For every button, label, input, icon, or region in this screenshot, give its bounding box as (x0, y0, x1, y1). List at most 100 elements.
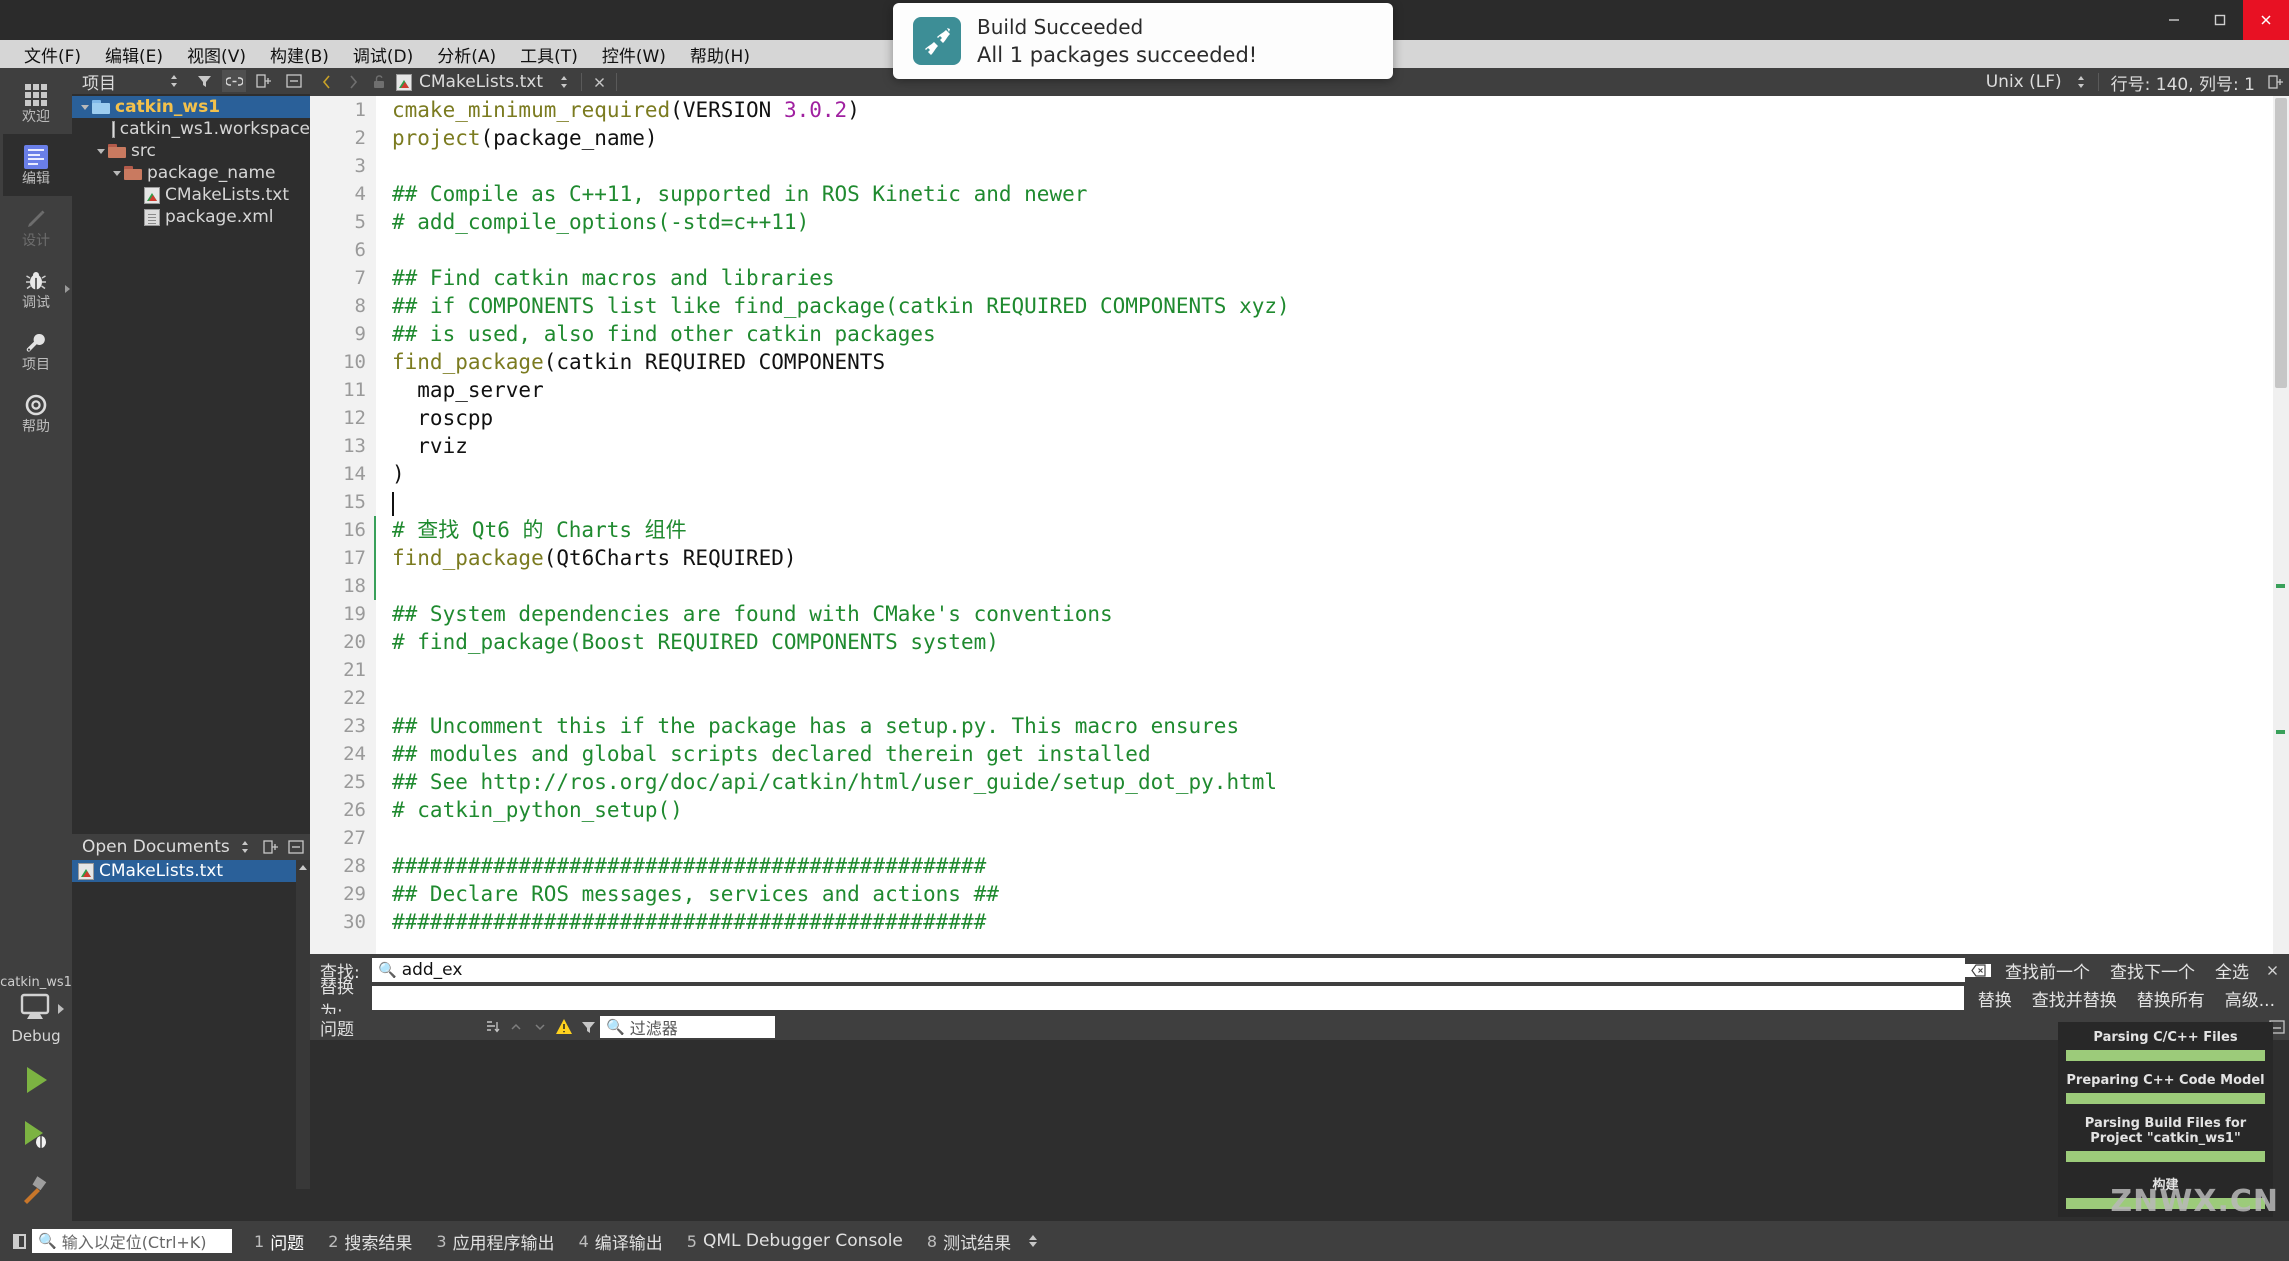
code-line[interactable]: roscpp (392, 404, 493, 432)
sort-icon[interactable] (480, 1016, 504, 1038)
code-line[interactable]: ## See http://ros.org/doc/api/catkin/htm… (392, 768, 1277, 796)
navigate-back-icon[interactable] (314, 70, 340, 94)
code-line[interactable]: ########################################… (392, 908, 986, 936)
mode-welcome[interactable]: 欢迎 (0, 72, 72, 134)
split-editor-icon[interactable] (2263, 70, 2289, 94)
mode-debug[interactable]: 调试 (0, 258, 72, 320)
code-line[interactable]: map_server (392, 376, 544, 404)
menu-analyze[interactable]: 分析(A) (425, 40, 508, 69)
replace-all-button[interactable]: 替换所有 (2127, 986, 2215, 1011)
panel-button-compile-output[interactable]: 4 编译输出 (567, 1229, 675, 1254)
menu-edit[interactable]: 编辑(E) (93, 40, 175, 69)
code-line[interactable]: # 查找 Qt6 的 Charts 组件 (392, 516, 687, 544)
filter-icon[interactable] (576, 1016, 600, 1038)
code-line[interactable]: find_package(Qt6Charts REQUIRED) (392, 544, 797, 572)
scroll-up-arrow[interactable] (296, 860, 310, 874)
mode-edit[interactable]: 编辑 (0, 134, 72, 196)
debug-button[interactable] (0, 1107, 72, 1161)
replace-input[interactable] (372, 986, 1964, 1010)
menu-debug[interactable]: 调试(D) (341, 40, 425, 69)
split-icon[interactable] (252, 70, 276, 92)
replace-button[interactable]: 替换 (1968, 986, 2022, 1011)
locator-input[interactable]: 🔍 输入以定位(Ctrl+K) (32, 1229, 232, 1253)
find-replace-button[interactable]: 查找并替换 (2022, 986, 2127, 1011)
editor-vertical-scrollbar[interactable] (2273, 96, 2289, 954)
mode-projects[interactable]: 项目 (0, 320, 72, 382)
menu-tools[interactable]: 工具(T) (508, 40, 590, 69)
split-icon[interactable] (261, 836, 280, 858)
line-ending-selector[interactable]: Unix (LF) (1986, 72, 2068, 92)
previous-item-icon[interactable] (504, 1016, 528, 1038)
sort-icon[interactable] (162, 70, 186, 92)
sidebar-toggle-icon[interactable] (6, 1229, 32, 1253)
advanced-button[interactable]: 高级... (2215, 986, 2285, 1011)
tree-item-workspace[interactable]: catkin_ws1.workspace (72, 118, 310, 140)
panel-button-qml-debugger-console[interactable]: 5 QML Debugger Console (675, 1231, 915, 1251)
project-tree[interactable]: catkin_ws1 catkin_ws1.workspace src pack… (72, 94, 310, 834)
code-line[interactable]: # catkin_python_setup() (392, 796, 683, 824)
code-line[interactable]: ## System dependencies are found with CM… (392, 600, 1113, 628)
menu-file[interactable]: 文件(F) (12, 40, 93, 69)
code-editor[interactable]: 1234567891011121314151617181920212223242… (310, 96, 2289, 954)
code-line[interactable]: project(package_name) (392, 124, 658, 152)
close-button[interactable] (2243, 0, 2289, 40)
chevron-down-icon[interactable] (110, 171, 124, 176)
menu-view[interactable]: 视图(V) (175, 40, 258, 69)
panel-button-application-output[interactable]: 3 应用程序输出 (424, 1229, 566, 1254)
editor-dropdown-icon[interactable] (551, 70, 577, 94)
panel-button-search-results[interactable]: 2 搜索结果 (316, 1229, 424, 1254)
chevron-down-icon[interactable] (94, 149, 108, 154)
list-item[interactable]: CMakeLists.txt (72, 860, 310, 882)
select-all-button[interactable]: 全选 (2205, 958, 2259, 983)
panel-button-test-results[interactable]: 8 测试结果 (915, 1229, 1023, 1254)
maximize-button[interactable] (2197, 0, 2243, 40)
warning-icon[interactable] (552, 1016, 576, 1038)
tree-item-cmakelists[interactable]: CMakeLists.txt (72, 184, 310, 206)
build-notification[interactable]: Build Succeeded All 1 packages succeeded… (893, 3, 1393, 79)
close-find-bar-icon[interactable] (2259, 964, 2285, 977)
menu-help[interactable]: 帮助(H) (678, 40, 762, 69)
find-next-button[interactable]: 查找下一个 (2100, 958, 2205, 983)
code-line[interactable]: find_package(catkin REQUIRED COMPONENTS (392, 348, 885, 376)
code-line[interactable]: ## Uncomment this if the package has a s… (392, 712, 1239, 740)
sort-icon[interactable] (236, 836, 255, 858)
code-line[interactable]: # add_compile_options(-std=c++11) (392, 208, 809, 236)
code-line[interactable]: ## is used, also find other catkin packa… (392, 320, 936, 348)
code-line[interactable]: ## if COMPONENTS list like find_package(… (392, 292, 1290, 320)
collapse-icon[interactable] (282, 70, 306, 92)
tree-item-catkin-ws1[interactable]: catkin_ws1 (72, 96, 310, 118)
run-button[interactable] (0, 1053, 72, 1107)
code-line[interactable]: # find_package(Boost REQUIRED COMPONENTS… (392, 628, 999, 656)
mode-help[interactable]: 帮助 (0, 382, 72, 444)
open-documents-scrollbar[interactable] (296, 860, 310, 1189)
next-item-icon[interactable] (528, 1016, 552, 1038)
editor-tab[interactable]: CMakeLists.txt (392, 72, 551, 92)
build-button[interactable] (0, 1161, 72, 1215)
code-line[interactable]: ) (392, 460, 405, 488)
code-line[interactable]: ## Declare ROS messages, services and ac… (392, 880, 999, 908)
find-input[interactable]: 🔍 add_ex (372, 958, 1965, 982)
panel-button-issues[interactable]: 1 问题 (242, 1229, 316, 1254)
output-filter-input[interactable]: 🔍 过滤器 (600, 1016, 775, 1038)
navigate-forward-icon[interactable] (340, 70, 366, 94)
link-icon[interactable] (222, 70, 246, 92)
panel-more-icon[interactable] (1029, 1235, 1037, 1247)
code-line[interactable]: ## modules and global scripts declared t… (392, 740, 1151, 768)
scrollbar-thumb[interactable] (2275, 98, 2287, 388)
minimize-button[interactable] (2151, 0, 2197, 40)
line-ending-dropdown-icon[interactable] (2068, 70, 2094, 94)
close-editor-icon[interactable] (586, 70, 612, 94)
tree-item-package-xml[interactable]: package.xml (72, 206, 310, 228)
code-line[interactable]: rviz (392, 432, 468, 460)
find-previous-button[interactable]: 查找前一个 (1995, 958, 2100, 983)
menu-widgets[interactable]: 控件(W) (590, 40, 678, 69)
code-line[interactable]: ########################################… (392, 852, 986, 880)
open-documents-list[interactable]: CMakeLists.txt (72, 860, 310, 1189)
tree-item-package-name[interactable]: package_name (72, 162, 310, 184)
chevron-down-icon[interactable] (78, 105, 92, 110)
kit-selector[interactable]: catkin_ws1 Debug (0, 975, 72, 1221)
tree-item-src[interactable]: src (72, 140, 310, 162)
code-line[interactable]: ## Find catkin macros and libraries (392, 264, 835, 292)
clear-icon[interactable] (1965, 964, 1991, 977)
code-line[interactable]: cmake_minimum_required(VERSION 3.0.2) (392, 96, 860, 124)
